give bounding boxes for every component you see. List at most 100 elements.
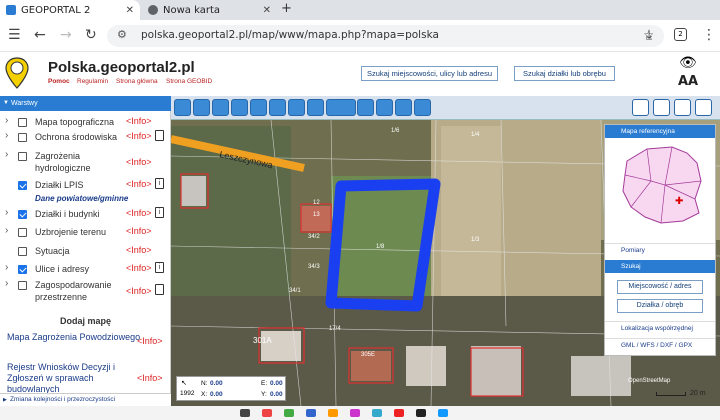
add-map-building-register[interactable]: Rejestr Wniosków Decyzji i Zgłoszeń w sp… [7,362,132,395]
search-parcel-panel-button[interactable]: Działka / obręb [617,299,703,313]
export-formats-section[interactable]: GML / WFS / DXF / GPX [605,338,715,351]
font-size-button[interactable]: AA [678,74,698,89]
taskbar-app-icon[interactable] [262,409,272,417]
order-transparency-link[interactable]: ▶ Zmiana kolejności i przezroczystości [0,393,171,406]
expand-chevron-icon[interactable]: › [5,278,8,289]
more-menu-icon[interactable]: ⋮ [702,27,716,43]
layer-info-link[interactable]: <Info> [126,263,152,273]
new-tab-button[interactable]: + [281,1,292,16]
expand-chevron-icon[interactable]: › [5,149,8,160]
link-help[interactable]: Pomoc [48,78,70,85]
link-icon[interactable] [288,99,305,116]
expand-chevron-icon[interactable]: › [5,115,8,126]
taskbar-app-icon[interactable] [306,409,316,417]
link-regulations[interactable]: Regulamin [77,78,108,85]
layer-info-link[interactable]: <Info> [126,179,152,189]
tab-new[interactable]: Nowa karta ✕ [142,0,277,20]
layer-checkbox[interactable] [18,118,27,127]
x-label: X: [201,391,208,398]
taskbar-app-icon[interactable] [284,409,294,417]
layer-document-icon[interactable] [155,130,164,141]
menu-icon[interactable]: ☰ [8,27,21,43]
layer-checkbox[interactable] [18,265,27,274]
search-place-button[interactable]: Miejscowość / adres [617,280,703,294]
search-address-button[interactable]: Szukaj miejscowości, ulicy lub adresu [361,66,498,81]
zoom-in-icon[interactable] [174,99,191,116]
video-icon[interactable] [414,99,431,116]
close-tab-icon[interactable]: ✕ [263,5,271,16]
layer-info-link[interactable]: <Info> [126,245,152,255]
pan-hand-icon[interactable] [212,99,229,116]
add-map-building-register-info[interactable]: <Info> [137,373,163,383]
parcel-label: 34/1 [289,288,301,294]
reference-map-poland[interactable]: ✚ [617,141,705,227]
expand-chevron-icon[interactable]: › [5,207,8,218]
tab-count-icon[interactable]: 2 [674,28,687,41]
zoom-out-icon[interactable] [193,99,210,116]
info-icon[interactable] [307,99,324,116]
globe-icon[interactable] [376,99,393,116]
taskbar-app-icon[interactable] [416,409,426,417]
layout-grid-icon[interactable] [695,99,712,116]
taskbar-app-icon[interactable] [328,409,338,417]
taskbar-app-icon[interactable] [240,409,250,417]
search-parcel-button[interactable]: Szukaj działki lub obrębu [514,66,615,81]
address-bar[interactable]: ⚙ polska.geoportal2.pl/map/www/mapa.php?… [107,25,664,47]
x-value: 0.00 [210,391,223,398]
layers-header[interactable]: ▼ Warstwy [0,96,171,111]
previous-view-icon[interactable] [250,99,267,116]
measure-icon[interactable] [326,99,356,116]
layer-info-link[interactable]: <Info> [126,286,152,296]
search-header[interactable]: Szukaj [605,260,715,273]
taskbar-app-icon[interactable] [350,409,360,417]
link-geobid[interactable]: Strona GEOBID [166,78,212,85]
layout-single-icon[interactable] [632,99,649,116]
layer-info-link[interactable]: <Info> [126,226,152,236]
reload-icon[interactable]: ↻ [85,27,97,43]
add-map-flood-info[interactable]: <Info> [137,336,163,346]
layer-info-icon[interactable]: i [155,178,164,189]
geoportal-logo-icon[interactable] [5,56,29,90]
print-icon[interactable] [357,99,374,116]
layer-row[interactable]: › Zagrożenia hydrologiczne <Info> [0,149,171,176]
expand-chevron-icon[interactable]: › [5,262,8,273]
layer-info-link[interactable]: <Info> [126,116,152,126]
link-home[interactable]: Strona główna [116,78,158,85]
layer-info-icon[interactable]: i [155,262,164,273]
layer-info-icon[interactable]: i [155,207,164,218]
measurements-section[interactable]: Pomiary [605,243,715,256]
layer-info-link[interactable]: <Info> [126,157,152,167]
layout-compare-icon[interactable] [674,99,691,116]
parcel-label: 1/6 [391,128,400,134]
layer-info-link[interactable]: <Info> [126,208,152,218]
zoom-extent-icon[interactable] [231,99,248,116]
layer-checkbox[interactable] [18,281,27,290]
download-icon[interactable]: ⤓ [646,27,652,43]
accessibility-eye-icon[interactable]: 👁 [679,55,697,71]
help-icon[interactable] [395,99,412,116]
expand-chevron-icon[interactable]: › [5,225,8,236]
layer-checkbox[interactable] [18,133,27,142]
taskbar-app-icon[interactable] [394,409,404,417]
taskbar-app-icon[interactable] [372,409,382,417]
layout-split-icon[interactable] [653,99,670,116]
coordinate-location-section[interactable]: Lokalizacja współrzędnej [605,321,715,334]
close-tab-icon[interactable]: ✕ [126,5,134,16]
tab-geoportal[interactable]: GEOPORTAL 2 ✕ [0,0,140,20]
taskbar-app-icon[interactable] [438,409,448,417]
layer-info-link[interactable]: <Info> [126,131,152,141]
layer-checkbox[interactable] [18,228,27,237]
reference-map-header[interactable]: Mapa referencyjna [605,125,715,138]
add-map-flood[interactable]: Mapa Zagrożenia Powodziowego [7,332,140,343]
layer-checkbox[interactable] [18,181,27,190]
back-icon[interactable]: ← [34,27,46,43]
layer-document-icon[interactable] [155,284,164,295]
expand-chevron-icon[interactable]: › [5,130,8,141]
next-view-icon[interactable] [269,99,286,116]
layer-checkbox[interactable] [18,210,27,219]
layer-checkbox[interactable] [18,152,27,161]
forward-icon[interactable]: → [60,27,72,43]
layer-row[interactable]: › Zagospodarowanie przestrzenne <Info> [0,278,171,305]
layer-checkbox[interactable] [18,247,27,256]
site-info-icon[interactable]: ⚙ [117,28,127,41]
